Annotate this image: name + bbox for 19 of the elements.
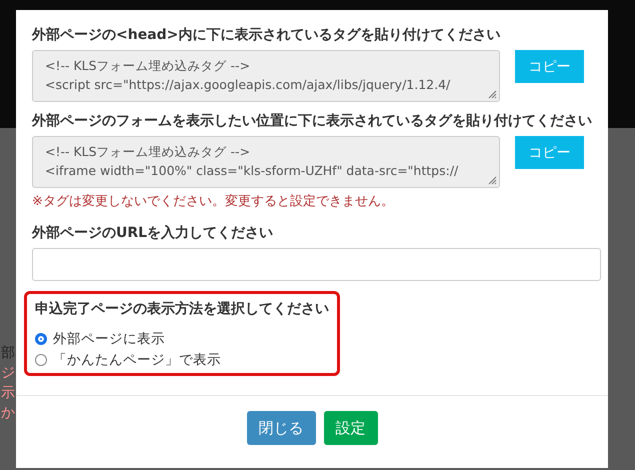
background-text: 示 xyxy=(1,384,16,402)
radio-button[interactable] xyxy=(35,354,47,366)
background-text: か xyxy=(1,404,16,422)
close-button[interactable]: 閉じる xyxy=(246,411,316,445)
code-textarea[interactable]: <!-- KLSフォーム埋め込みタグ --> <iframe width="100%" class="kls-sform-UZHf" data-src="https:// xyxy=(32,136,500,188)
warning-text: ※タグは変更しないでください。変更すると設定できません。 xyxy=(32,193,395,210)
field-label: 外部ページのフォームを表示したい位置に下に表示されているタグを貼り付けてください xyxy=(32,112,593,130)
field-label: 外部ページの<head>内に下に表示されているタグを貼り付けてください xyxy=(32,26,502,44)
resize-grip-icon[interactable] xyxy=(487,175,497,185)
background-text: 部 xyxy=(1,344,16,362)
background-text: ジ xyxy=(1,364,16,382)
radio-button[interactable] xyxy=(35,333,47,345)
code-textarea[interactable]: <!-- KLSフォーム埋め込みタグ --> <script src="https://ajax.googleapis.com/ajax/libs/jquery/1.12.4/ xyxy=(32,50,500,102)
resize-grip-icon[interactable] xyxy=(487,89,497,99)
url-input-field[interactable] xyxy=(32,248,601,281)
field-label: 外部ページのURLを入力してください xyxy=(32,224,274,242)
radio-label[interactable]: 外部ページに表示 xyxy=(53,330,165,348)
field-label: 申込完了ページの表示方法を選択してください xyxy=(35,300,327,318)
radio-label[interactable]: 「かんたんページ」で表示 xyxy=(53,351,221,369)
